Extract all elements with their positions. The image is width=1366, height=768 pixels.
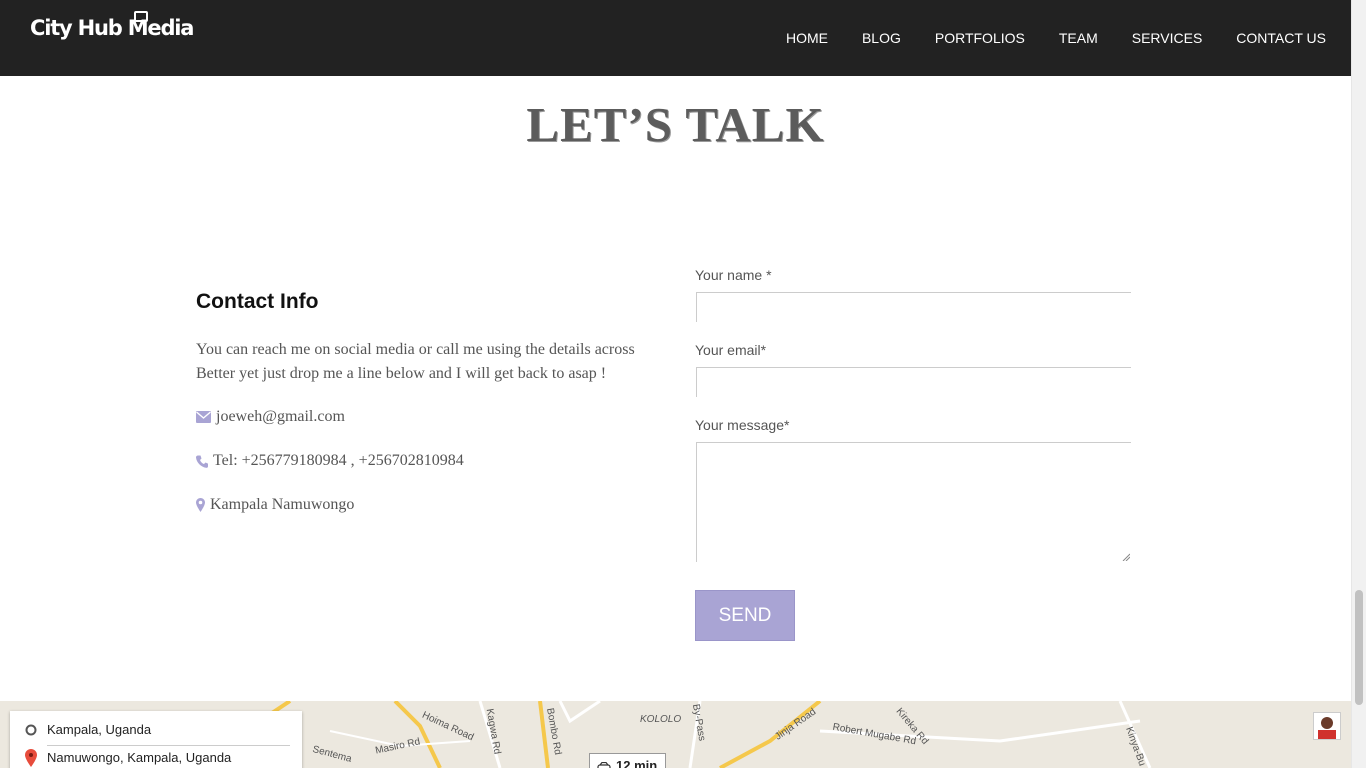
logo-tv-icon (134, 11, 148, 22)
map-marker-icon (196, 498, 205, 512)
message-label: Your message* (695, 417, 790, 433)
send-button[interactable]: SEND (695, 590, 795, 641)
phone-text[interactable]: Tel: +256779180984 , +256702810984 (213, 452, 464, 470)
nav-services[interactable]: SERVICES (1132, 30, 1203, 46)
origin-text: Kampala, Uganda (47, 721, 152, 737)
nav-portfolios[interactable]: PORTFOLIOS (935, 30, 1025, 46)
contact-info-heading: Contact Info (196, 290, 319, 313)
page-title: LET’S TALK (526, 97, 825, 152)
eta-chip[interactable]: 12 min (589, 753, 666, 768)
phone-icon (196, 455, 208, 468)
user-avatar-icon (1314, 713, 1340, 739)
nav-contact-us[interactable]: CONTACT US (1236, 30, 1326, 46)
origin-circle-icon (25, 724, 37, 736)
email-label: Your email* (695, 342, 767, 358)
envelope-icon (196, 411, 211, 423)
email-text[interactable]: joeweh@gmail.com (216, 408, 345, 426)
contact-description: You can reach me on social media or call… (196, 341, 635, 382)
nav-team[interactable]: TEAM (1059, 30, 1098, 46)
destination-row[interactable]: Namuwongo, Kampala, Uganda (10, 744, 290, 768)
location-row: Kampala Namuwongo (196, 496, 354, 514)
main-nav: HOME BLOG PORTFOLIOS TEAM SERVICES CONTA… (752, 30, 1326, 46)
destination-text: Namuwongo, Kampala, Uganda (47, 749, 232, 765)
resize-grip-icon[interactable] (1122, 553, 1130, 561)
car-icon (597, 762, 611, 768)
avatar[interactable] (1313, 712, 1341, 740)
name-input[interactable] (696, 292, 1131, 322)
email-row: joeweh@gmail.com (196, 408, 345, 426)
directions-panel: Kampala, Uganda Namuwongo, Kampala, Ugan… (10, 711, 302, 768)
logo-text: City Hub Media (30, 16, 194, 40)
location-text: Kampala Namuwongo (210, 496, 355, 513)
nav-blog[interactable]: BLOG (862, 30, 901, 46)
page-scrollbar[interactable] (1351, 0, 1366, 768)
eta-text: 12 min (616, 758, 658, 768)
phone-row: Tel: +256779180984 , +256702810984 (196, 452, 464, 470)
site-header: City Hub Media HOME BLOG PORTFOLIOS TEAM… (0, 0, 1351, 76)
scrollbar-thumb[interactable] (1355, 590, 1363, 705)
nav-home[interactable]: HOME (786, 30, 828, 46)
destination-pin-icon (25, 749, 37, 767)
map-label: KOLOLO (640, 714, 682, 725)
email-input[interactable] (696, 367, 1131, 397)
message-textarea[interactable] (696, 442, 1131, 562)
map-embed[interactable]: Hoima Road Masiro Rd Sentema Bombo Rd Ka… (0, 701, 1351, 768)
site-logo[interactable]: City Hub Media (30, 11, 194, 40)
origin-row[interactable]: Kampala, Uganda (10, 716, 290, 742)
name-label: Your name * (695, 267, 772, 283)
